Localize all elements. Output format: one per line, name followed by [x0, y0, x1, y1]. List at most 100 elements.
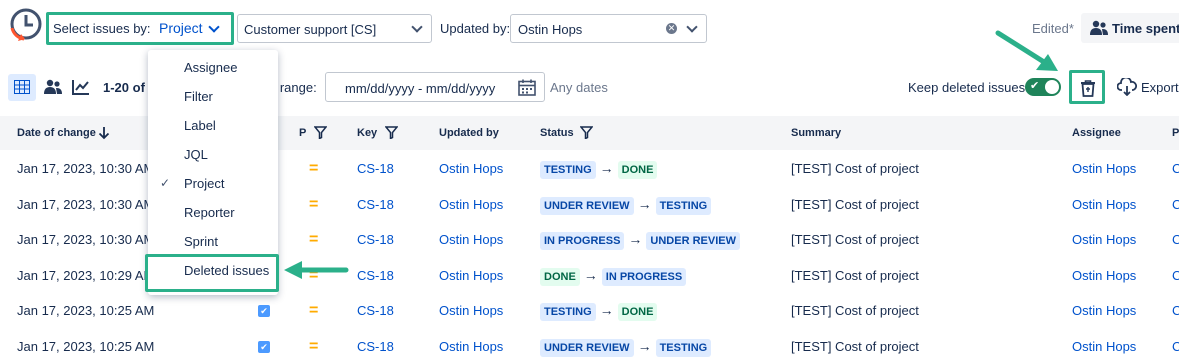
menu-item-reporter[interactable]: Reporter [148, 198, 278, 227]
updated-by-field[interactable]: Ostin Hops ✕ [510, 14, 707, 43]
priority-medium-icon: = [309, 195, 319, 213]
assignee-link[interactable]: Ostin Hops [1072, 258, 1136, 293]
keep-deleted-toggle[interactable]: ✔ [1025, 78, 1061, 96]
deleted-issues-button[interactable] [1069, 70, 1105, 104]
assignee-link[interactable]: Ostin Hops [1072, 187, 1136, 222]
column-header-updated-by[interactable]: Updated by [439, 127, 499, 139]
assignee-link[interactable]: Ostin Hops [1072, 329, 1136, 364]
checkbox-checked-icon[interactable]: ✔ [258, 305, 270, 317]
date-range-placeholder: mm/dd/yyyy - mm/dd/yyyy [345, 81, 496, 96]
priority-medium-icon: = [309, 160, 319, 177]
updated-by-link[interactable]: Ostin Hops [439, 222, 503, 257]
menu-item-label: JQL [184, 147, 208, 162]
chart-view-button[interactable] [70, 76, 94, 98]
project-dropdown-value: Customer support [CS] [244, 22, 377, 37]
menu-item-label[interactable]: Label [148, 111, 278, 140]
issue-key-link[interactable]: CS-18 [357, 222, 394, 257]
table-view-button[interactable] [8, 74, 36, 101]
issue-key-link[interactable]: CS-18 [357, 329, 394, 364]
extra-cell: C [1172, 196, 1179, 212]
arrow-right-icon: → [583, 266, 598, 283]
column-header-assignee[interactable]: Assignee [1072, 127, 1121, 139]
menu-item-label: Label [184, 118, 216, 133]
date-cell: Jan 17, 2023, 10:30 AM [17, 196, 155, 212]
calendar-icon[interactable] [518, 79, 536, 96]
issue-key-link[interactable]: CS-18 [357, 293, 394, 328]
date-cell: Jan 17, 2023, 10:30 AM [17, 161, 155, 176]
updated-by-link[interactable]: Ostin Hops [439, 151, 503, 186]
extra-cell: C [1172, 161, 1179, 176]
column-header-key[interactable]: Key [357, 127, 377, 139]
extra-cell: C [1172, 303, 1179, 318]
status-from-badge: UNDER REVIEW [540, 338, 634, 357]
updated-by-link[interactable]: Ostin Hops [439, 329, 503, 364]
group-view-button[interactable] [42, 76, 66, 98]
chevron-down-icon [208, 21, 220, 33]
extra-cell: C [1172, 232, 1179, 247]
annotation-arrow-icon [284, 261, 349, 279]
sort-down-icon[interactable] [98, 126, 110, 140]
export-button[interactable]: Export [1113, 74, 1179, 100]
clear-icon[interactable]: ✕ [666, 23, 677, 34]
arrow-right-icon: → [599, 160, 614, 176]
status-transition: IN PROGRESS → UNDER REVIEW [540, 222, 740, 257]
status-to-badge: IN PROGRESS [601, 267, 687, 286]
date-range-input[interactable]: mm/dd/yyyy - mm/dd/yyyy [325, 72, 545, 102]
updated-by-link[interactable]: Ostin Hops [439, 293, 503, 328]
time-spent-button[interactable]: Time spent [1081, 13, 1179, 43]
table-row[interactable]: Jan 17, 2023, 10:25 AM ✔ = CS-18 Ostin Hops T… [0, 293, 1179, 328]
date-cell: Jan 17, 2023, 10:29 AM [17, 267, 155, 283]
column-header-date[interactable]: Date of change [17, 127, 96, 139]
updated-by-link[interactable]: Ostin Hops [439, 258, 503, 293]
menu-item-jql[interactable]: JQL [148, 140, 278, 169]
issue-key-link[interactable]: CS-18 [357, 258, 394, 293]
menu-item-sprint[interactable]: Sprint [148, 227, 278, 256]
status-transition: TESTING → DONE [540, 151, 658, 186]
column-header-priority[interactable]: P [299, 127, 306, 139]
summary-cell: [TEST] Cost of project [791, 338, 919, 354]
arrow-right-icon: → [637, 337, 652, 354]
menu-item-label: Sprint [184, 234, 218, 249]
filter-icon[interactable] [314, 126, 327, 139]
menu-item-filter[interactable]: Filter [148, 82, 278, 111]
time-spent-label: Time spent [1112, 21, 1179, 36]
filter-icon[interactable] [580, 126, 593, 139]
column-header-extra[interactable]: P [1172, 127, 1179, 139]
project-dropdown[interactable]: Customer support [CS] [237, 14, 432, 43]
select-issues-by-value: Project [159, 20, 203, 36]
column-header-status[interactable]: Status [540, 127, 574, 139]
checkbox-checked-icon[interactable]: ✔ [258, 340, 270, 353]
assignee-link[interactable]: Ostin Hops [1072, 151, 1136, 186]
menu-item-label: Filter [184, 89, 213, 104]
select-issues-by-label: Select issues by: [53, 21, 151, 36]
status-from-badge: IN PROGRESS [540, 232, 625, 250]
status-from-badge: TESTING [540, 161, 596, 179]
summary-cell: [TEST] Cost of project [791, 161, 919, 176]
chevron-down-icon [411, 21, 423, 33]
menu-item-project[interactable]: ✓ Project [148, 169, 278, 198]
status-to-badge: DONE [617, 303, 658, 321]
menu-item-assignee[interactable]: Assignee [148, 53, 278, 82]
select-issues-by-dropdown[interactable]: Select issues by: Project [46, 12, 234, 45]
toggle-knob [1045, 80, 1059, 94]
filter-icon[interactable] [385, 126, 398, 139]
assignee-link[interactable]: Ostin Hops [1072, 222, 1136, 257]
keep-deleted-label: Keep deleted issues [908, 80, 1026, 95]
check-icon: ✔ [1030, 80, 1040, 92]
issue-key-link[interactable]: CS-18 [357, 151, 394, 186]
updated-by-link[interactable]: Ostin Hops [439, 187, 503, 222]
issue-key-link[interactable]: CS-18 [357, 187, 394, 222]
export-label: Export [1141, 80, 1179, 95]
date-cell: Jan 17, 2023, 10:30 AM [17, 232, 155, 247]
menu-item-label: Reporter [184, 205, 235, 220]
app-logo-icon [8, 6, 44, 46]
table-row[interactable]: Jan 17, 2023, 10:25 AM ✔ = CS-18 Ostin Hops U… [0, 329, 1179, 364]
column-header-summary[interactable]: Summary [791, 127, 841, 139]
menu-item-label: Project [184, 176, 225, 191]
status-to-badge: TESTING [655, 338, 712, 357]
status-from-badge: TESTING [540, 303, 596, 321]
assignee-link[interactable]: Ostin Hops [1072, 293, 1136, 328]
chevron-down-icon [686, 21, 698, 33]
date-cell: Jan 17, 2023, 10:25 AM [17, 338, 155, 354]
date-cell: Jan 17, 2023, 10:25 AM [17, 303, 155, 318]
